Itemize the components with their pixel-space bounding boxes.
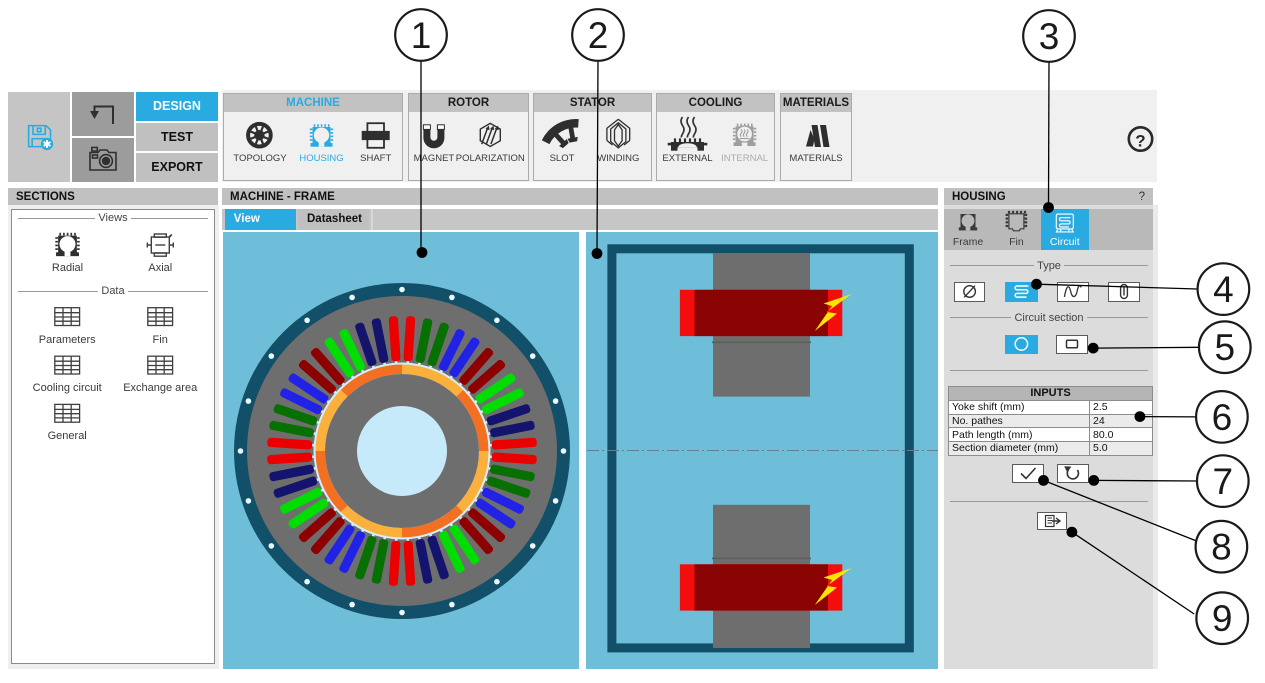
svg-text:9: 9 <box>1212 598 1233 639</box>
svg-text:5: 5 <box>1215 327 1236 368</box>
svg-text:3: 3 <box>1039 16 1060 57</box>
svg-text:8: 8 <box>1211 527 1232 568</box>
svg-text:6: 6 <box>1212 397 1233 438</box>
svg-text:7: 7 <box>1213 461 1234 502</box>
svg-text:2: 2 <box>588 15 609 56</box>
svg-text:1: 1 <box>411 15 432 56</box>
svg-text:4: 4 <box>1213 269 1234 310</box>
